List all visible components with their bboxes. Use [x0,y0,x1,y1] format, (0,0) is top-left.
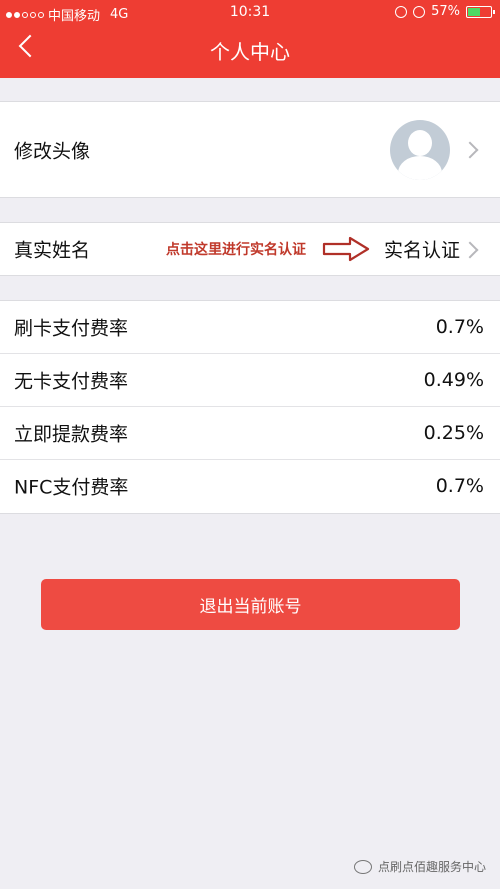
arrow-right-icon [322,236,370,262]
real-name-section: 真实姓名 点击这里进行实名认证 实名认证 [0,222,500,276]
rate-value: 0.7% [435,475,484,497]
rate-row: 刷卡支付费率 0.7% [0,301,500,354]
avatar[interactable] [390,120,450,180]
chevron-right-icon [461,241,479,259]
logout-button[interactable]: 退出当前账号 [41,579,460,630]
rate-row: NFC支付费率 0.7% [0,460,500,512]
alarm-icon [413,5,426,18]
chevron-right-icon [461,141,479,159]
annotation-text: 点击这里进行实名认证 [166,242,306,258]
rate-value: 0.25% [423,422,484,444]
real-name-row[interactable]: 真实姓名 点击这里进行实名认证 实名认证 [0,223,500,275]
real-name-label: 真实姓名 [14,239,91,262]
status-bar: 中国移动 4G 10:31 57% [0,0,500,26]
wechat-icon [353,859,372,874]
avatar-row[interactable]: 修改头像 [0,102,500,197]
verify-link[interactable]: 实名认证 [384,236,460,263]
battery-percent: 57% [431,4,460,19]
orientation-lock-icon [395,5,408,18]
rate-label: 立即提款费率 [14,423,129,446]
avatar-section: 修改头像 [0,101,500,198]
rate-label: 刷卡支付费率 [14,317,129,340]
rate-label: 无卡支付费率 [14,370,129,393]
battery-icon [466,5,495,18]
rate-row: 立即提款费率 0.25% [0,407,500,460]
rate-value: 0.49% [423,369,484,391]
watermark: 点刷点佰趣服务中心 [353,858,486,875]
rates-section: 刷卡支付费率 0.7% 无卡支付费率 0.49% 立即提款费率 0.25% NF… [0,300,500,514]
rate-value: 0.7% [435,316,484,338]
page-title: 个人中心 [210,40,290,64]
status-right: 57% [395,4,495,19]
watermark-text: 点刷点佰趣服务中心 [377,860,486,874]
rate-label: NFC支付费率 [14,476,129,499]
rate-row: 无卡支付费率 0.49% [0,354,500,407]
avatar-label: 修改头像 [14,140,91,162]
